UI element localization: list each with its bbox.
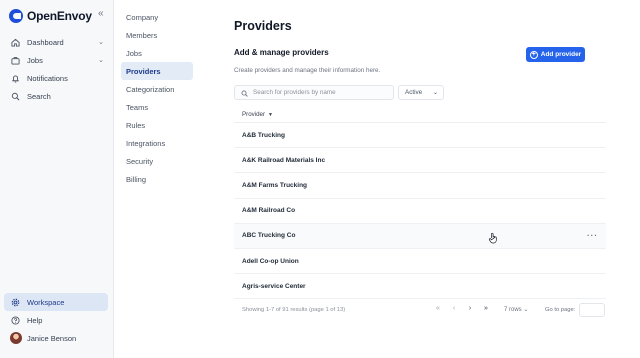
providers-table: Provider ▼ A&B Trucking A&K Railroad Mat… — [234, 107, 606, 300]
chevron-down-icon: ⌄ — [523, 307, 529, 313]
brand[interactable]: OpenEnvoy — [9, 8, 92, 24]
pagination: « ‹ › » — [434, 305, 490, 312]
settings-nav-teams[interactable]: Teams — [121, 98, 193, 116]
sort-down-icon[interactable]: ▼ — [268, 112, 273, 118]
go-to-page-label: Go to page: — [545, 307, 576, 313]
settings-nav: Company Members Jobs Providers Categoriz… — [121, 8, 193, 188]
plus-circle-icon: + — [529, 50, 538, 59]
provider-name: Agris-service Center — [242, 282, 306, 290]
provider-name: Adell Co-op Union — [242, 257, 299, 265]
settings-nav-integrations[interactable]: Integrations — [121, 134, 193, 152]
home-icon — [10, 37, 20, 47]
rows-per-page-value: 7 rows — [504, 307, 522, 313]
search-icon — [241, 84, 248, 102]
last-page-icon[interactable]: » — [482, 305, 490, 312]
rows-per-page-select[interactable]: 7 rows ⌄ — [504, 306, 528, 313]
sidebar-item-label: Search — [27, 91, 51, 101]
settings-nav-providers[interactable]: Providers — [121, 62, 193, 80]
first-page-icon[interactable]: « — [434, 305, 442, 312]
sidebar-item-notifications[interactable]: Notifications — [4, 69, 108, 87]
results-summary: Showing 1-7 of 91 results (page 1 of 13) — [242, 307, 346, 313]
table-footer: Showing 1-7 of 91 results (page 1 of 13)… — [234, 303, 606, 317]
user-name: Janice Benson — [27, 333, 77, 343]
sidebar-item-label: Jobs — [27, 55, 43, 65]
status-filter-select[interactable]: Active ⌄ — [398, 85, 444, 100]
column-header-provider[interactable]: Provider ▼ — [234, 107, 606, 123]
table-row[interactable]: Adell Co-op Union — [234, 249, 606, 275]
sidebar-item-help[interactable]: Help — [4, 311, 108, 329]
provider-name: A&M Farms Trucking — [242, 181, 308, 189]
more-options-icon[interactable]: ··· — [587, 231, 598, 240]
sidebar-item-workspace[interactable]: Workspace — [4, 293, 108, 311]
previous-page-icon[interactable]: ‹ — [450, 305, 458, 312]
main-content: Providers Add & manage providers Create … — [234, 0, 606, 358]
add-provider-label: Add provider — [540, 51, 582, 58]
sidebar-item-jobs[interactable]: Jobs ⌄ — [4, 51, 108, 69]
settings-nav-categorization[interactable]: Categorization — [121, 80, 193, 98]
chevron-down-icon: ⌄ — [432, 90, 438, 96]
table-row[interactable]: A&M Railroad Co — [234, 199, 606, 224]
settings-nav-jobs[interactable]: Jobs — [121, 44, 193, 62]
user-profile[interactable]: Janice Benson — [4, 329, 108, 347]
bottom-nav: Workspace Help Janice Benson — [4, 293, 108, 347]
openenvoy-logo-icon — [9, 9, 23, 23]
brand-name: OpenEnvoy — [27, 9, 92, 23]
bell-icon — [10, 73, 20, 83]
settings-nav-rules[interactable]: Rules — [121, 116, 193, 134]
page-title: Providers — [234, 19, 292, 33]
collapse-sidebar-icon[interactable]: « — [98, 8, 104, 19]
provider-name: ABC Trucking Co — [242, 232, 296, 240]
sidebar-item-label: Workspace — [27, 297, 65, 307]
settings-nav-billing[interactable]: Billing — [121, 170, 193, 188]
sidebar-item-label: Notifications — [27, 73, 68, 83]
chevron-down-icon[interactable]: ⌄ — [98, 56, 104, 64]
search-input[interactable] — [253, 89, 388, 96]
section-description: Create providers and manage their inform… — [234, 67, 381, 74]
table-row[interactable]: A&B Trucking — [234, 123, 606, 149]
sidebar-item-label: Dashboard — [27, 37, 64, 47]
sidebar-item-label: Help — [27, 315, 43, 325]
sidebar-item-search[interactable]: Search — [4, 87, 108, 105]
gear-icon — [10, 297, 20, 307]
table-row[interactable]: A&M Farms Trucking — [234, 173, 606, 199]
help-icon — [10, 315, 20, 325]
table-row[interactable]: A&K Railroad Materials Inc — [234, 148, 606, 174]
settings-nav-company[interactable]: Company — [121, 8, 193, 26]
search-box[interactable] — [234, 85, 394, 100]
main-nav: Dashboard ⌄ Jobs ⌄ Notifications Search — [4, 33, 108, 105]
sidebar: OpenEnvoy « Dashboard ⌄ Jobs ⌄ Notificat… — [0, 0, 114, 358]
provider-name: A&B Trucking — [242, 131, 285, 139]
column-header-label: Provider — [242, 111, 266, 118]
settings-nav-security[interactable]: Security — [121, 152, 193, 170]
avatar — [10, 332, 22, 344]
search-icon — [10, 91, 20, 101]
chevron-down-icon[interactable]: ⌄ — [98, 38, 104, 46]
settings-nav-members[interactable]: Members — [121, 26, 193, 44]
go-to-page-input[interactable] — [579, 303, 605, 317]
table-row[interactable]: ABC Trucking Co ··· — [234, 223, 606, 249]
table-row[interactable]: Agris-service Center — [234, 274, 606, 300]
provider-name: A&M Railroad Co — [242, 207, 296, 215]
sidebar-item-dashboard[interactable]: Dashboard ⌄ — [4, 33, 108, 51]
briefcase-icon — [10, 55, 20, 65]
next-page-icon[interactable]: › — [466, 305, 474, 312]
add-provider-button[interactable]: + Add provider — [526, 47, 585, 62]
provider-name: A&K Railroad Materials Inc — [242, 156, 326, 164]
status-filter-value: Active — [405, 89, 423, 96]
hand-cursor-icon — [488, 232, 497, 244]
section-title: Add & manage providers — [234, 48, 329, 57]
